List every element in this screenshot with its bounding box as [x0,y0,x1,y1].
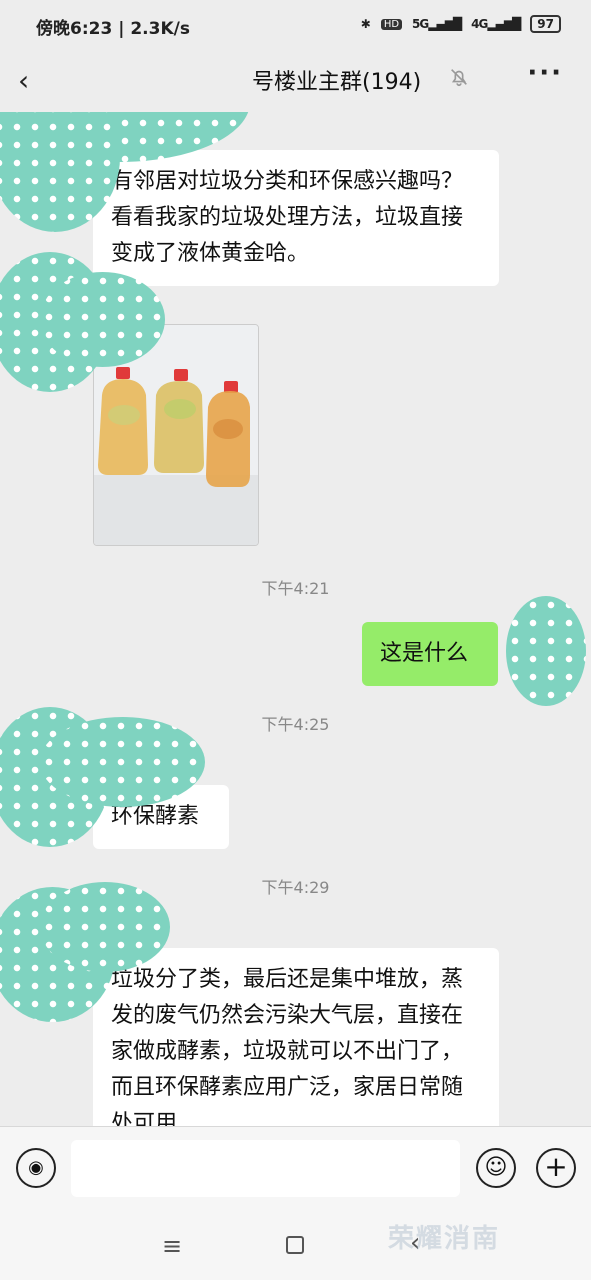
message-text: 环保酵素 [111,804,200,829]
message-bubble[interactable]: 有邻居对垃圾分类和环保感兴趣吗？看看我家的垃圾处理方法，垃圾直接变成了液体黄金哈… [93,150,499,286]
message-text: 有邻居对垃圾分类和环保感兴趣吗？看看我家的垃圾处理方法，垃圾直接变成了液体黄金哈… [111,169,464,266]
more-options-button[interactable]: ··· [527,58,563,88]
battery-icon: 97 [530,15,561,33]
chat-title: 号楼业主群(194) [252,70,422,95]
system-nav-bar: ≡ ‹ 荣耀消南 [0,1210,591,1280]
chat-area[interactable]: 有邻居对垃圾分类和环保感兴趣吗？看看我家的垃圾处理方法，垃圾直接变成了液体黄金哈… [0,112,591,1126]
home-icon[interactable] [286,1236,304,1254]
message-input[interactable] [71,1140,460,1197]
hd-badge: HD [380,18,403,30]
emoji-icon[interactable]: ☺ [476,1148,516,1188]
privacy-mask [40,717,205,807]
status-time-speed: 傍晚6:23 | 2.3K/s [36,19,190,39]
chat-header: ‹ 号楼业主群(194) ··· [0,52,591,112]
plus-icon[interactable]: + [536,1148,576,1188]
privacy-mask [40,272,165,367]
message-bubble[interactable]: 垃圾分了类，最后还是集中堆放，蒸发的废气仍然会污染大气层，直接在家做成酵素，垃圾… [93,948,499,1126]
recents-icon[interactable]: ≡ [162,1232,182,1260]
message-text: 垃圾分了类，最后还是集中堆放，蒸发的废气仍然会污染大气层，直接在家做成酵素，垃圾… [111,967,464,1126]
back-arrow-icon[interactable]: ‹ [18,64,29,97]
bluetooth-icon: ✱ [360,17,371,31]
input-bar: ◉ ☺ + [0,1126,591,1210]
status-bar: 傍晚6:23 | 2.3K/s ✱ HD 5G▂▄▆█ 4G▂▄▆█ 97 [0,0,591,52]
message-timestamp: 下午4:21 [261,579,330,598]
voice-input-icon[interactable]: ◉ [16,1148,56,1188]
signal-5g-icon: 5G▂▄▆█ [412,17,462,31]
privacy-mask [506,596,586,706]
signal-4g-icon: 4G▂▄▆█ [471,17,521,31]
privacy-mask [40,882,170,972]
message-bubble-self[interactable]: 这是什么 [362,622,498,686]
watermark-text: 荣耀消南 [388,1224,501,1254]
mute-bell-icon [451,69,467,87]
message-text: 这是什么 [380,641,469,666]
status-icons: ✱ HD 5G▂▄▆█ 4G▂▄▆█ 97 [361,15,561,33]
